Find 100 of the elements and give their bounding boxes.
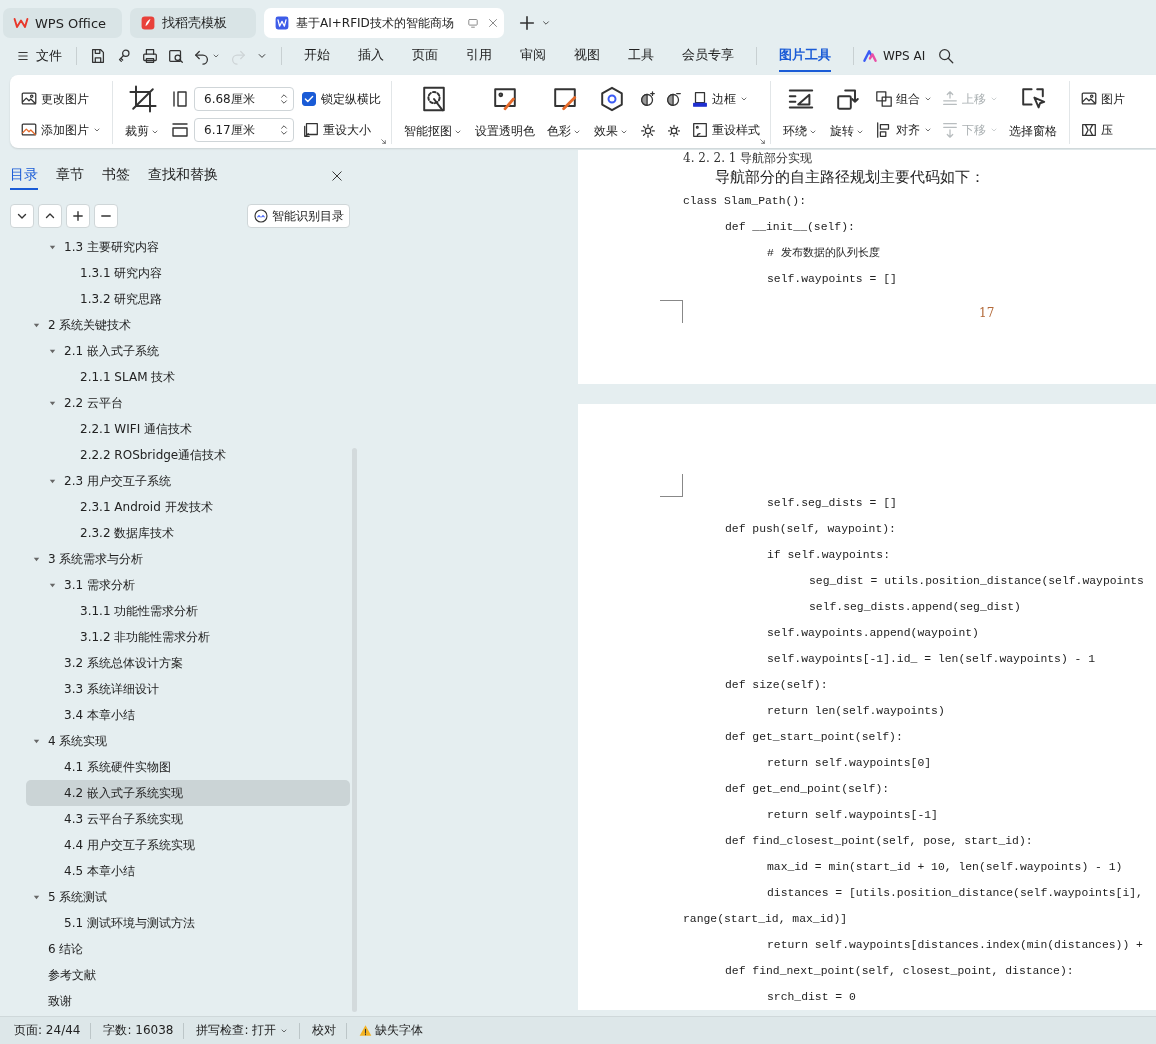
ribbon-button[interactable]: 更改图片 bbox=[20, 87, 102, 111]
title-tab[interactable]: 基于AI+RFID技术的智能商场 bbox=[264, 8, 504, 38]
menu-tab[interactable]: 视图 bbox=[574, 40, 600, 72]
size-field[interactable]: 6.68厘米 bbox=[194, 87, 294, 111]
toc-item[interactable]: 1.3.1 研究内容 bbox=[26, 260, 350, 286]
sidebar-tab[interactable]: 章节 bbox=[56, 162, 84, 190]
file-menu[interactable]: 文件 bbox=[10, 47, 68, 65]
toc-item[interactable]: 2.3.2 数据库技术 bbox=[26, 520, 350, 546]
ribbon-button[interactable]: 压 bbox=[1080, 118, 1125, 142]
toc-item[interactable]: 3.1.2 非功能性需求分析 bbox=[26, 624, 350, 650]
code-line: return len(self.waypoints) bbox=[766, 704, 946, 719]
ai-button[interactable]: WPS AI bbox=[862, 48, 926, 64]
menu-tab[interactable]: 审阅 bbox=[520, 40, 546, 72]
toc-item[interactable]: 2 系统关键技术 bbox=[26, 312, 350, 338]
tab-label: 基于AI+RFID技术的智能商场 bbox=[296, 14, 454, 32]
ribbon-button[interactable]: 环绕 bbox=[781, 81, 820, 144]
toc-item[interactable]: 致谢 bbox=[26, 988, 350, 1014]
toc-item[interactable]: 参考文献 bbox=[26, 962, 350, 988]
page-number: 17 bbox=[979, 306, 995, 320]
toc-item[interactable]: 2.3.1 Android 开发技术 bbox=[26, 494, 350, 520]
ribbon-button[interactable]: 色彩 bbox=[545, 81, 584, 144]
code-line: self.seg_dists = [] bbox=[766, 496, 898, 511]
code-line: def get_start_point(self): bbox=[724, 730, 904, 745]
toc-item[interactable]: 2.2 云平台 bbox=[26, 390, 350, 416]
toc-item[interactable]: 5.1 测试环境与测试方法 bbox=[26, 910, 350, 936]
dialog-launcher-icon[interactable] bbox=[758, 137, 767, 146]
code-line: def push(self, waypoint): bbox=[724, 522, 897, 537]
toc-item[interactable]: 3 系统需求与分析 bbox=[26, 546, 350, 572]
promote-button[interactable] bbox=[66, 204, 90, 228]
menu-tab[interactable]: 插入 bbox=[358, 40, 384, 72]
title-tab[interactable]: WPS Office bbox=[3, 8, 122, 38]
missing-font-button[interactable]: 缺失字体 bbox=[359, 1022, 434, 1039]
code-line: def get_end_point(self): bbox=[724, 782, 891, 797]
ribbon-button[interactable]: 选择窗格 bbox=[1007, 81, 1059, 144]
toc-item[interactable]: 2.3 用户交互子系统 bbox=[26, 468, 350, 494]
picture-reset-icon bbox=[691, 121, 709, 139]
code-line: return self.waypoints[0] bbox=[766, 756, 933, 771]
ribbon-button[interactable]: 添加图片 bbox=[20, 118, 102, 142]
picture-add-icon bbox=[20, 121, 38, 139]
code-line: seg_dist = utils.position_distance(self.waypoints bbox=[808, 574, 1145, 589]
toc-item[interactable]: 1.3 主要研究内容 bbox=[26, 234, 350, 260]
menu-tab[interactable]: 图片工具 bbox=[779, 40, 831, 72]
toc-item[interactable]: 3.1 需求分析 bbox=[26, 572, 350, 598]
menu-tab[interactable]: 开始 bbox=[304, 40, 330, 72]
ribbon-button[interactable]: 重设样式 bbox=[691, 118, 760, 142]
toc-item[interactable]: 2.1 嵌入式子系统 bbox=[26, 338, 350, 364]
demote-button[interactable] bbox=[94, 204, 118, 228]
move-down-icon bbox=[941, 121, 959, 139]
sidebar-tab[interactable]: 目录 bbox=[10, 162, 38, 190]
warning-icon bbox=[359, 1024, 373, 1037]
proofread-button[interactable]: 校对 bbox=[312, 1022, 347, 1039]
ribbon-button[interactable]: 边框 bbox=[691, 87, 760, 111]
menu-tab[interactable]: 引用 bbox=[466, 40, 492, 72]
toc-item[interactable]: 3.4 本章小结 bbox=[26, 702, 350, 728]
toc-item[interactable]: 4.3 云平台子系统实现 bbox=[26, 806, 350, 832]
monitor-icon bbox=[465, 16, 480, 30]
smart-toc-button[interactable]: 智能识别目录 bbox=[247, 204, 350, 228]
toc-item[interactable]: 3.2 系统总体设计方案 bbox=[26, 650, 350, 676]
toc-item[interactable]: 4.4 用户交互子系统实现 bbox=[26, 832, 350, 858]
toc-item[interactable]: 3.1.1 功能性需求分析 bbox=[26, 598, 350, 624]
code-line: def find_next_point(self, closest_point, distance): bbox=[724, 964, 1075, 979]
toc-item[interactable]: 2.2.2 ROSbridge通信技术 bbox=[26, 442, 350, 468]
menu-tab[interactable]: 会员专享 bbox=[682, 40, 734, 72]
toc-item[interactable]: 3.3 系统详细设计 bbox=[26, 676, 350, 702]
ribbon-button[interactable]: 效果 bbox=[592, 81, 631, 144]
size-field[interactable]: 6.17厘米 bbox=[194, 118, 294, 142]
ribbon-button[interactable]: 组合 bbox=[875, 87, 933, 111]
title-tab[interactable]: 找稻壳模板 bbox=[130, 8, 256, 38]
search-icon[interactable] bbox=[937, 47, 956, 65]
sidebar-tab[interactable]: 书签 bbox=[102, 162, 130, 190]
ribbon-button[interactable]: 旋转 bbox=[828, 81, 867, 144]
toc-item[interactable]: 5 系统测试 bbox=[26, 884, 350, 910]
toc-item[interactable]: 4 系统实现 bbox=[26, 728, 350, 754]
menu-tab[interactable]: 工具 bbox=[628, 40, 654, 72]
collapse-button[interactable] bbox=[38, 204, 62, 228]
toc-item[interactable]: 2.1.1 SLAM 技术 bbox=[26, 364, 350, 390]
dialog-launcher-icon[interactable] bbox=[379, 137, 388, 146]
sidebar-tab[interactable]: 查找和替换 bbox=[148, 162, 218, 190]
ribbon-button[interactable]: 重设大小 bbox=[302, 118, 381, 142]
close-icon[interactable] bbox=[330, 169, 344, 183]
border-icon bbox=[691, 90, 709, 108]
ribbon-button[interactable]: 裁剪 bbox=[123, 81, 162, 144]
checkbox[interactable] bbox=[302, 92, 316, 106]
spell-check-button[interactable]: 拼写检查: 打开 bbox=[196, 1022, 300, 1039]
ribbon-button[interactable]: 设置透明色 bbox=[473, 81, 537, 144]
logo-icon bbox=[13, 15, 29, 31]
ribbon-button[interactable]: 对齐 bbox=[875, 118, 933, 142]
toc-item[interactable]: 4.2 嵌入式子系统实现 bbox=[26, 780, 350, 806]
toc-item[interactable]: 4.1 系统硬件实物图 bbox=[26, 754, 350, 780]
toc-item[interactable]: 6 结论 bbox=[26, 936, 350, 962]
menu-tab[interactable]: 页面 bbox=[412, 40, 438, 72]
ribbon-button[interactable]: 智能抠图 bbox=[402, 81, 465, 144]
toc-item[interactable]: 1.3.2 研究思路 bbox=[26, 286, 350, 312]
code-line: range(start_id, max_id)] bbox=[683, 912, 849, 927]
menu-icon bbox=[16, 49, 30, 63]
toc-item[interactable]: 4.5 本章小结 bbox=[26, 858, 350, 884]
picture-pen-icon bbox=[491, 85, 519, 113]
toc-item[interactable]: 2.2.1 WIFI 通信技术 bbox=[26, 416, 350, 442]
expand-button[interactable] bbox=[10, 204, 34, 228]
ribbon-button[interactable]: 图片 bbox=[1080, 87, 1125, 111]
